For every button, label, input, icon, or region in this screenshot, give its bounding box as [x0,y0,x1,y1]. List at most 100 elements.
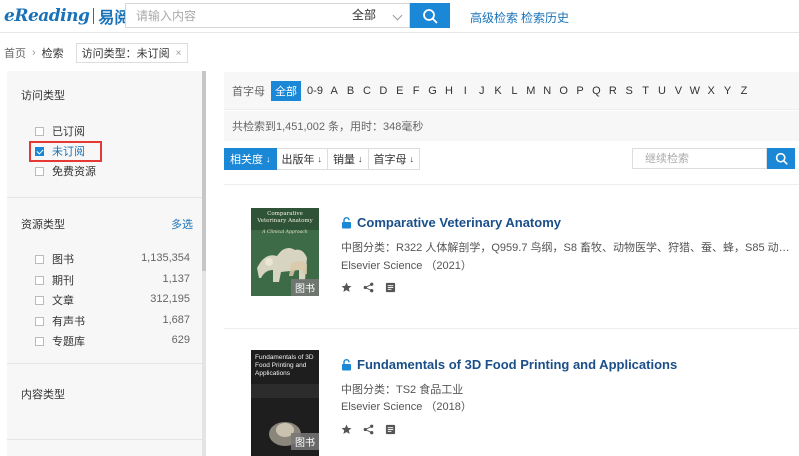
result-stats-bar: 共检索到1,451,002 条，用时：348毫秒 [224,111,799,141]
alphabet-letter[interactable]: W [687,85,703,97]
alphabet-letter[interactable]: J [474,85,490,97]
alphabet-all-button[interactable]: 全部 [271,80,301,101]
filter-subscribed[interactable]: 已订阅 [35,123,85,139]
alphabet-letter[interactable]: E [392,85,408,97]
alphabet-letter[interactable]: M [523,85,539,97]
sort-bar: 相关度 ↓ 出版年 ↓ 销量 ↓ 首字母 ↓ [224,148,420,170]
alphabet-letter[interactable]: V [670,85,686,97]
checkbox[interactable] [35,316,44,326]
alphabet-letter[interactable]: S [621,85,637,97]
search-input[interactable] [126,4,336,27]
share-icon[interactable] [363,282,374,293]
logo-en-text: eReading [4,6,90,26]
alphabet-letter[interactable]: U [654,85,670,97]
alphabet-letter[interactable]: D [375,85,391,97]
result-actions [341,282,407,293]
alphabet-letter[interactable]: A [326,85,342,97]
checkbox[interactable] [35,254,44,264]
book-cover[interactable]: Fundamentals of 3D Food Printing and App… [251,350,319,456]
arrow-down-icon: ↓ [266,154,271,164]
checkbox[interactable] [35,336,44,346]
sidebar-scrollbar[interactable] [202,71,206,456]
checkbox[interactable] [35,275,44,285]
advanced-search-link[interactable]: 高级检索 [470,9,518,26]
search-box: 全部 [125,3,410,28]
sort-initial-letter-button[interactable]: 首字母 ↓ [368,148,420,170]
star-icon[interactable] [341,282,352,293]
arrow-down-icon: ↓ [317,154,323,164]
sort-sales-button[interactable]: 销量 ↓ [328,148,369,170]
checkbox[interactable] [35,166,44,176]
alphabet-letter[interactable]: N [539,85,555,97]
checkbox[interactable] [35,126,44,136]
filter-count: 1,135,354 [141,252,190,264]
filter-sidebar: 访问类型 已订阅 未订阅 免费资源 资源类型 多选 图书 1,135,354 期… [7,71,202,456]
search-scope-select[interactable]: 全部 [352,4,376,27]
close-icon[interactable]: × [176,48,182,59]
alphabet-letter[interactable]: T [637,85,653,97]
sort-relevance-button[interactable]: 相关度 ↓ [224,148,277,170]
scrollbar-thumb[interactable] [202,71,206,271]
checkbox[interactable] [35,295,44,305]
book-cover-title: Comparative Veterinary Anatomy [257,211,313,224]
share-icon[interactable] [363,424,374,435]
alphabet-letter[interactable]: H [441,85,457,97]
filter-label: 专题库 [52,336,85,348]
chevron-down-icon[interactable] [392,10,403,21]
multi-select-link[interactable]: 多选 [171,216,193,232]
content-type-title: 内容类型 [21,389,65,401]
alphabet-letter[interactable]: F [408,85,424,97]
section-divider [7,197,202,198]
alphabet-letter[interactable]: 0-9 [304,85,326,97]
result-title[interactable]: Fundamentals of 3D Food Printing and App… [341,357,677,372]
alphabet-letter[interactable]: Z [736,85,752,97]
alphabet-letter[interactable]: I [457,85,473,97]
alphabet-letter[interactable]: C [359,85,375,97]
result-divider [224,328,799,329]
sort-pub-year-button[interactable]: 出版年 ↓ [276,148,328,170]
result-stats-text: 共检索到1,451,002 条，用时：348毫秒 [232,121,424,133]
logo-separator [93,8,95,24]
sort-label: 出版年 [281,154,315,166]
breadcrumb-current: 检索 [41,48,64,60]
filter-articles[interactable]: 文章 [35,292,74,308]
search-button[interactable] [410,3,450,28]
sort-label: 首字母 [373,154,407,166]
alphabet-letter[interactable]: L [506,85,522,97]
top-header: eReading 易阅通 全部 高级检索 检索历史 [0,0,799,33]
alphabet-letter[interactable]: K [490,85,506,97]
citation-icon[interactable] [385,282,396,293]
book-cover[interactable]: Comparative Veterinary Anatomy A Clinica… [251,208,319,296]
alphabet-letter[interactable]: O [555,85,571,97]
filter-books[interactable]: 图书 [35,251,74,267]
star-icon[interactable] [341,424,352,435]
filter-label: 有声书 [52,316,85,328]
alphabet-letter[interactable]: R [605,85,621,97]
refine-search-input[interactable] [633,149,763,168]
alphabet-letter[interactable]: Q [588,85,604,97]
sort-label: 销量 [333,154,355,166]
filter-free-resources[interactable]: 免费资源 [35,163,96,179]
filter-topic-databases[interactable]: 专题库 [35,333,85,349]
filter-count: 312,195 [150,293,190,305]
filter-journals[interactable]: 期刊 [35,272,74,288]
alphabet-letter[interactable]: G [424,85,440,97]
result-classification: 中图分类：TS2 食品工业 [341,384,464,396]
search-history-link[interactable]: 检索历史 [521,9,569,26]
alphabet-letter[interactable]: P [572,85,588,97]
refine-search-box [632,148,767,169]
alphabet-letter[interactable]: X [703,85,719,97]
citation-icon[interactable] [385,424,396,435]
filter-count: 1,137 [162,273,190,285]
alphabet-label: 首字母 [232,85,265,98]
book-cover-title: Fundamentals of 3D Food Printing and App… [255,354,314,377]
breadcrumb-home[interactable]: 首页 [0,45,26,61]
access-type-title: 访问类型 [21,90,65,102]
refine-search-button[interactable] [767,148,795,169]
alphabet-letter[interactable]: B [342,85,358,97]
result-title[interactable]: Comparative Veterinary Anatomy [341,215,561,230]
filter-audiobooks[interactable]: 有声书 [35,313,85,329]
breadcrumb: 首页 › 检索 访问类型：未订阅 × [0,43,188,63]
alphabet-letter[interactable]: Y [719,85,735,97]
filter-count: 629 [171,334,190,346]
